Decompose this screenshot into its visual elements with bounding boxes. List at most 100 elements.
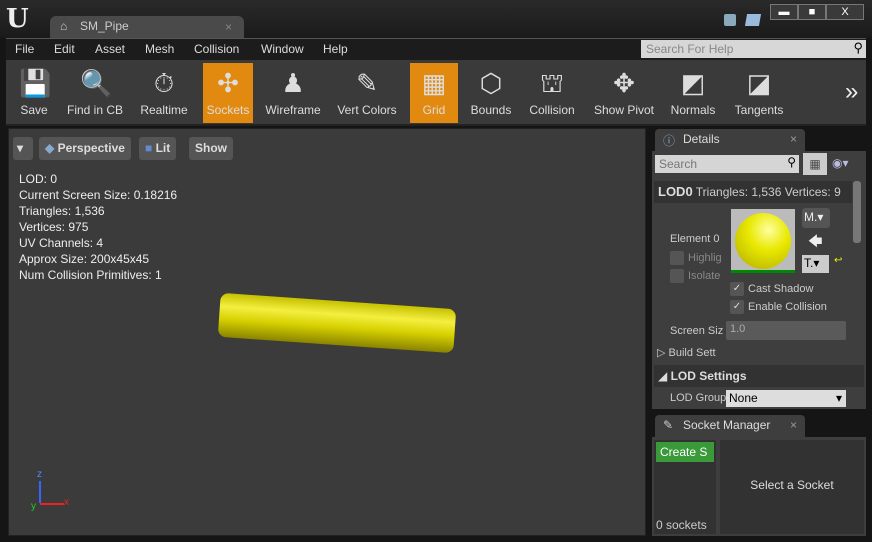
search-icon: ⚲ — [787, 155, 796, 169]
mesh-icon: ⌂ — [60, 19, 68, 33]
toolbar-label: Collision — [529, 103, 575, 117]
details-tab[interactable]: ⓘ Details × — [655, 129, 805, 151]
texture-dropdown[interactable]: T.▾ — [802, 255, 829, 273]
tab-title: SM_Pipe — [80, 19, 129, 33]
toolbar-bounds-button[interactable]: ⬡ Bounds — [464, 63, 518, 123]
use-selected-arrow-icon[interactable]: 🡄 — [808, 231, 822, 255]
screen-size-input[interactable]: 1.0 — [726, 321, 846, 340]
toolbar-label: Sockets — [206, 103, 250, 117]
viewport-options-dropdown[interactable]: ▾ — [13, 137, 33, 160]
close-tab-icon[interactable]: × — [225, 20, 232, 34]
lod-group-dropdown[interactable]: None ▾ — [726, 390, 846, 407]
menu-edit[interactable]: Edit — [54, 42, 75, 56]
close-socket-manager-icon[interactable]: × — [790, 418, 797, 432]
vert-colors-icon: ✎ — [356, 68, 378, 98]
screen-size-label: Screen Siz — [670, 325, 724, 337]
viewport-stat: Num Collision Primitives: 1 — [19, 268, 162, 282]
viewport-stat: Vertices: 975 — [19, 220, 89, 234]
menu-window[interactable]: Window — [261, 42, 304, 56]
viewport-stat: UV Channels: 4 — [19, 236, 104, 250]
help-search-input[interactable]: Search For Help ⚲ — [641, 40, 866, 58]
grid-icon: ▦ — [421, 68, 447, 98]
lod-group-label: LOD Group — [670, 392, 727, 404]
toolbar-label: Bounds — [470, 103, 512, 117]
viewport-stat: Current Screen Size: 0.18216 — [19, 188, 178, 202]
toolbar-find-in-cb-button[interactable]: 🔍 Find in CB — [62, 63, 128, 123]
sockets-icon: ✣ — [217, 68, 239, 98]
asset-tab[interactable]: ⌂ SM_Pipe × — [50, 16, 244, 38]
perspective-icon: ◆ — [45, 141, 58, 155]
property-matrix-button[interactable]: ▦ — [803, 153, 827, 175]
toolbar-sockets-button[interactable]: ✣ Sockets — [203, 63, 253, 123]
title-bar: U ⌂ SM_Pipe × ▬ ■ X — [0, 0, 872, 38]
toolbar-vert-colors-button[interactable]: ✎ Vert Colors — [333, 63, 401, 123]
toolbar-grid-button[interactable]: ▦ Grid — [410, 63, 458, 123]
minimize-button[interactable]: ▬ — [770, 4, 798, 20]
isolate-checkbox[interactable]: Isolate — [670, 269, 720, 283]
scrollbar[interactable] — [853, 181, 861, 243]
visibility-eye-icon[interactable]: ◉▾ — [832, 156, 849, 170]
perspective-button[interactable]: ◆ Perspective — [39, 137, 131, 160]
toolbar-label: Realtime — [140, 103, 188, 117]
close-details-icon[interactable]: × — [790, 132, 797, 146]
toolbar-label: Grid — [422, 103, 446, 117]
reset-icon[interactable]: ↩ — [834, 255, 842, 266]
highlight-checkbox[interactable]: Highlig — [670, 251, 722, 265]
pipe-mesh — [217, 292, 457, 354]
realtime-icon: ⏱ — [153, 68, 175, 98]
toolbar-overflow-button[interactable]: » — [845, 78, 858, 106]
viewport[interactable]: ▾ ◆ Perspective ■ Lit Show LOD: 0 Current… — [8, 128, 646, 536]
material-thumbnail[interactable] — [731, 209, 795, 273]
lod0-header[interactable]: LOD0 Triangles: 1,536 Vertices: 9 — [654, 181, 852, 203]
find-in-cb-icon: 🔍 — [80, 68, 113, 98]
z-axis — [39, 481, 41, 503]
menu-collision[interactable]: Collision — [194, 42, 239, 56]
toolbar-collision-button[interactable]: ⛫ Collision — [524, 63, 580, 123]
element-label: Element 0 — [670, 233, 720, 245]
toolbar-show-pivot-button[interactable]: ✥ Show Pivot — [589, 63, 659, 123]
empty-message: Select a Socket — [750, 478, 834, 492]
details-search-input[interactable]: Search ⚲ — [655, 155, 799, 173]
y-axis-label: y — [31, 501, 36, 512]
enable-collision-checkbox[interactable]: ✓ Enable Collision — [730, 300, 827, 314]
toolbar-wireframe-button[interactable]: ♟ Wireframe — [260, 63, 326, 123]
lod-settings-header[interactable]: ◢ LOD Settings — [654, 365, 864, 387]
wireframe-icon: ♟ — [281, 68, 305, 98]
feedback-icon[interactable] — [724, 14, 736, 26]
toolbar-label: Vert Colors — [337, 103, 397, 117]
viewport-stat: Triangles: 1,536 — [19, 204, 105, 218]
save-icon: 💾 — [19, 68, 52, 98]
x-axis-label: x — [64, 497, 69, 508]
toolbar-tangents-button[interactable]: ◪ Tangents — [728, 63, 790, 123]
socket-details-area: Select a Socket — [720, 440, 864, 534]
maximize-button[interactable]: ■ — [798, 4, 826, 20]
material-dropdown[interactable]: M.▾ — [802, 208, 830, 228]
socket-count: 0 sockets — [656, 518, 707, 532]
toolbar-label: Normals — [670, 103, 716, 117]
close-button[interactable]: X — [826, 4, 864, 20]
z-axis-label: z — [37, 469, 42, 480]
socket-manager-tab[interactable]: ✎ Socket Manager × — [655, 415, 805, 437]
tangents-icon: ◪ — [746, 68, 772, 98]
viewport-stat: Approx Size: 200x45x45 — [19, 252, 150, 266]
unreal-logo: U — [6, 4, 29, 34]
show-button[interactable]: Show — [189, 137, 233, 160]
menu-mesh[interactable]: Mesh — [145, 42, 174, 56]
toolbar-normals-button[interactable]: ◩ Normals — [664, 63, 722, 123]
socket-manager-panel: Create S 0 sockets Select a Socket — [652, 437, 866, 536]
toolbar-save-button[interactable]: 💾 Save — [12, 63, 56, 123]
build-settings-expander[interactable]: ▷ Build Sett — [657, 346, 716, 359]
menu-asset[interactable]: Asset — [95, 42, 125, 56]
cast-shadow-checkbox[interactable]: ✓ Cast Shadow — [730, 282, 813, 296]
create-socket-button[interactable]: Create S — [656, 442, 714, 462]
tutorial-icon[interactable] — [744, 14, 762, 26]
lit-button[interactable]: ■ Lit — [139, 137, 177, 160]
lit-icon: ■ — [145, 141, 156, 155]
viewport-stat: LOD: 0 — [19, 172, 58, 186]
toolbar-label: Wireframe — [265, 103, 321, 117]
toolbar-realtime-button[interactable]: ⏱ Realtime — [136, 63, 192, 123]
info-icon: ⓘ — [663, 134, 676, 148]
menu-help[interactable]: Help — [323, 42, 348, 56]
toolbar-label: Tangents — [734, 103, 784, 117]
menu-file[interactable]: File — [15, 42, 34, 56]
